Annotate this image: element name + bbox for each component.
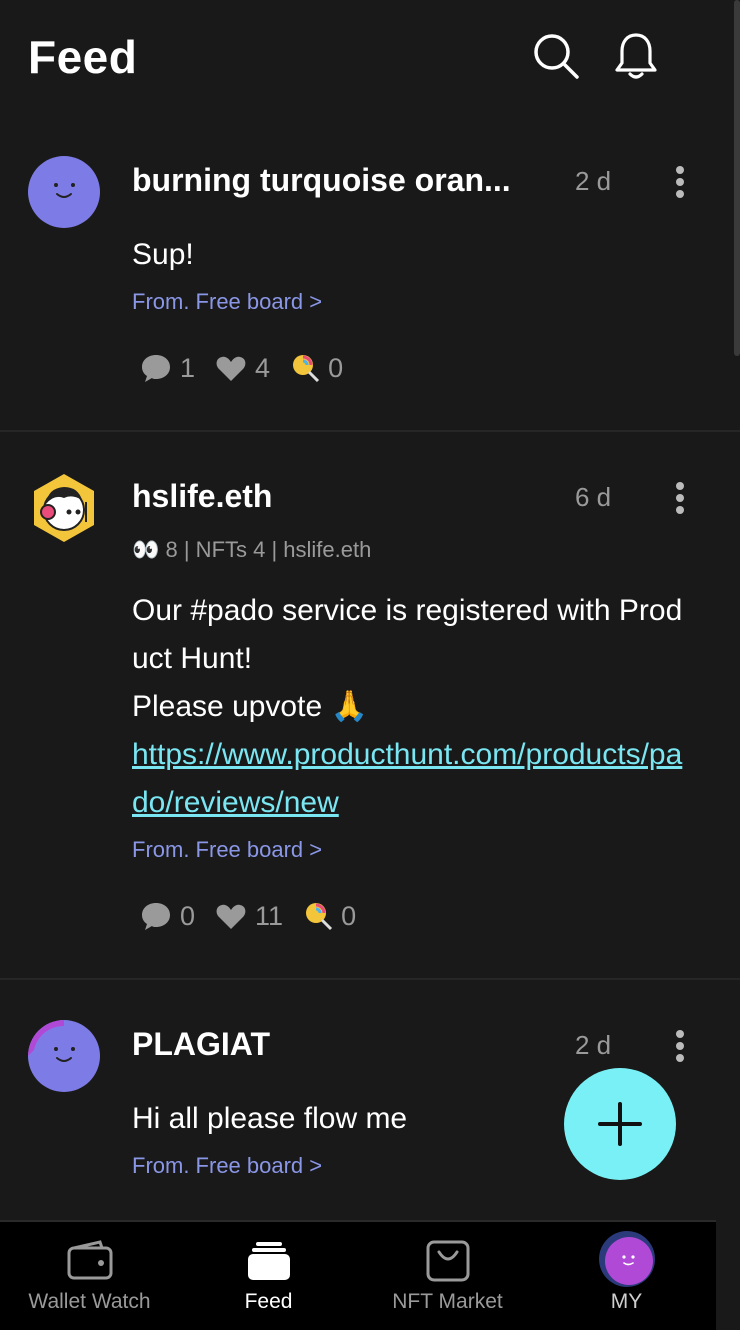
avatar[interactable] xyxy=(28,1020,100,1092)
bell-icon[interactable] xyxy=(610,30,662,82)
tab-label: Wallet Watch xyxy=(28,1290,151,1313)
post-time: 6 d xyxy=(575,482,612,512)
lollipop-icon xyxy=(306,903,333,931)
post-author[interactable]: burning turquoise oran... xyxy=(132,162,511,199)
like-stat[interactable]: 4 xyxy=(215,353,270,384)
avatar[interactable] xyxy=(28,156,100,228)
from-board-link[interactable]: From. Free board > xyxy=(132,837,322,863)
comment-icon xyxy=(142,355,170,382)
comment-count: 0 xyxy=(180,900,196,931)
post-stats: 0 11 0 xyxy=(140,896,376,936)
candy-stat[interactable]: 0 xyxy=(303,901,356,932)
wallet-icon xyxy=(67,1240,112,1280)
smiley-face-icon xyxy=(54,183,75,198)
post-stats: 1 4 0 xyxy=(140,348,363,388)
post-body: Our #pado service is registered with Pro… xyxy=(132,587,692,827)
tab-nft-market[interactable]: NFT Market xyxy=(358,1222,537,1330)
plus-icon xyxy=(598,1102,642,1146)
tab-my[interactable]: MY xyxy=(537,1222,716,1330)
post-link[interactable]: https://www.producthunt.com/products/pad… xyxy=(132,731,692,827)
bottom-tab-bar: Wallet Watch Feed NFT Market MY xyxy=(0,1220,716,1330)
hexagon-character-avatar xyxy=(34,474,94,542)
post-divider xyxy=(0,978,740,980)
post-time: 2 d xyxy=(575,166,612,196)
candy-count: 0 xyxy=(341,900,357,931)
comment-stat[interactable]: 1 xyxy=(140,353,195,384)
like-count: 11 xyxy=(255,900,284,931)
post-body-line: Our #pado service is registered with Pro… xyxy=(132,594,683,675)
more-options-icon[interactable] xyxy=(664,1026,696,1066)
create-post-button[interactable] xyxy=(564,1068,676,1180)
post-body-line: Please upvote 🙏 xyxy=(132,690,368,723)
candy-stat[interactable]: 0 xyxy=(290,353,343,384)
from-board-link[interactable]: From. Free board > xyxy=(132,289,322,315)
candy-count: 0 xyxy=(328,352,344,383)
tab-label: Feed xyxy=(244,1290,293,1313)
feed-icon xyxy=(247,1242,290,1280)
like-stat[interactable]: 11 xyxy=(215,901,283,932)
smiley-face-icon xyxy=(28,1020,75,1062)
more-options-icon[interactable] xyxy=(664,478,696,518)
from-board-link[interactable]: From. Free board > xyxy=(132,1153,322,1179)
comment-icon xyxy=(142,903,170,930)
comment-stat[interactable]: 0 xyxy=(140,901,195,932)
post-body: Sup! xyxy=(132,238,194,271)
tab-label: NFT Market xyxy=(392,1290,503,1313)
tab-feed[interactable]: Feed xyxy=(179,1222,358,1330)
tab-wallet-watch[interactable]: Wallet Watch xyxy=(0,1222,179,1330)
post-divider xyxy=(0,430,740,432)
shopping-bag-icon xyxy=(426,1240,469,1282)
comment-count: 1 xyxy=(180,352,196,383)
heart-icon xyxy=(216,904,246,929)
post-author[interactable]: PLAGIAT xyxy=(132,1026,270,1063)
page-title: Feed xyxy=(28,31,138,83)
avatar[interactable] xyxy=(28,472,100,544)
post-author[interactable]: hslife.eth xyxy=(132,478,272,515)
lollipop-icon xyxy=(293,355,320,383)
avatar xyxy=(598,1231,655,1287)
app-header: Feed xyxy=(0,0,740,112)
like-count: 4 xyxy=(255,352,271,383)
scrollbar[interactable] xyxy=(734,0,740,356)
post-time: 2 d xyxy=(575,1030,612,1060)
tab-label: MY xyxy=(610,1290,643,1313)
search-icon[interactable] xyxy=(530,30,582,82)
author-meta: 👀 8 | NFTs 4 | hslife.eth xyxy=(132,537,372,562)
more-options-icon[interactable] xyxy=(664,162,696,202)
heart-icon xyxy=(216,356,246,381)
